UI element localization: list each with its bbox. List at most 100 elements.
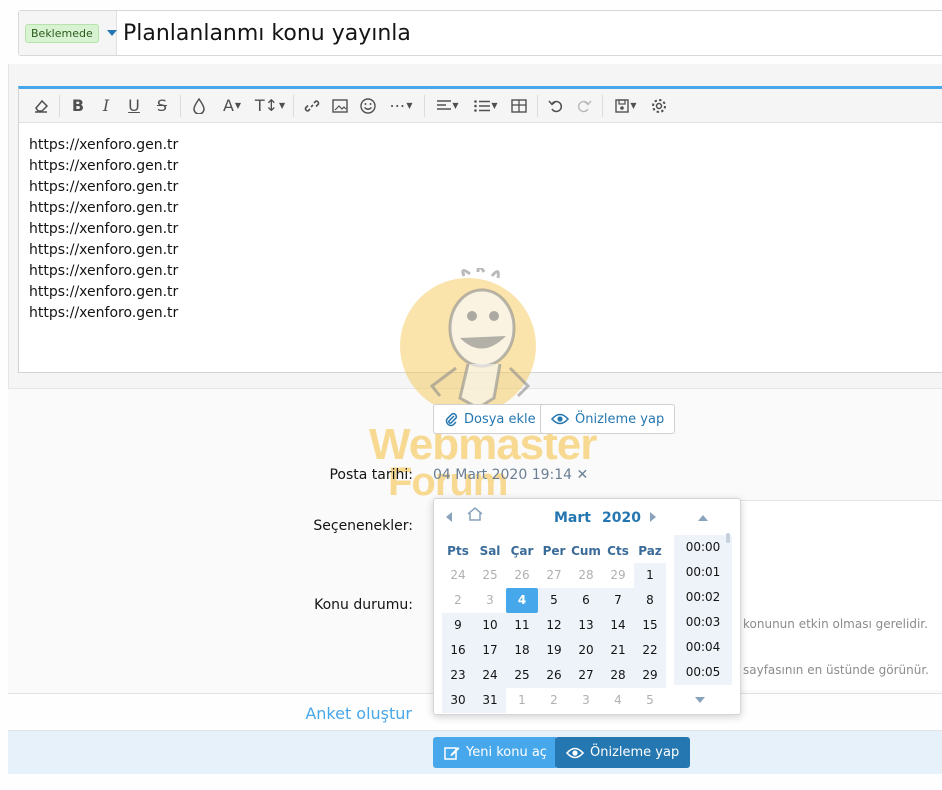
paperclip-icon (445, 412, 458, 427)
calendar-day[interactable]: 29 (602, 563, 634, 588)
calendar-day[interactable]: 3 (474, 588, 506, 613)
prev-month-icon[interactable] (446, 512, 452, 522)
italic-icon[interactable]: I (92, 92, 120, 120)
home-icon[interactable] (467, 507, 483, 521)
editor-line: https://xenforo.gen.tr (29, 305, 179, 321)
time-option[interactable]: 00:05 (674, 660, 732, 685)
time-option[interactable]: 00:01 (674, 560, 732, 585)
text-color-icon[interactable] (185, 92, 213, 120)
calendar-day[interactable]: 26 (506, 563, 538, 588)
toolbar-divider (602, 94, 603, 117)
calendar-day[interactable]: 26 (538, 663, 570, 688)
post-date-value[interactable]: 04 Mart 2020 19:14 ✕ (433, 467, 588, 483)
eye-icon (551, 413, 569, 425)
calendar-day[interactable]: 21 (602, 638, 634, 663)
create-poll-link[interactable]: Anket oluştur (305, 704, 412, 723)
redo-icon[interactable] (570, 92, 598, 120)
eraser-icon[interactable] (27, 92, 55, 120)
calendar-day[interactable]: 2 (538, 688, 570, 713)
calendar-day[interactable]: 28 (602, 663, 634, 688)
image-icon[interactable] (326, 92, 354, 120)
editor-line: https://xenforo.gen.tr (29, 221, 179, 237)
list-icon[interactable]: ▼ (467, 92, 505, 120)
calendar-day[interactable]: 27 (538, 563, 570, 588)
align-icon[interactable]: ▼ (429, 92, 467, 120)
calendar-day[interactable]: 4 (602, 688, 634, 713)
calendar-day[interactable]: 1 (634, 563, 666, 588)
calendar-day[interactable]: 22 (634, 638, 666, 663)
calendar-day[interactable]: 23 (442, 663, 474, 688)
calendar-day[interactable]: 7 (602, 588, 634, 613)
time-option[interactable]: 00:00 (674, 535, 732, 560)
calendar-day[interactable]: 28 (570, 563, 602, 588)
calendar-day[interactable]: 8 (634, 588, 666, 613)
more-icon[interactable]: ⋯ ▼ (382, 92, 420, 120)
calendar-day[interactable]: 3 (570, 688, 602, 713)
sticky-hint-text: sayfasının en üstünde görünür. (743, 663, 929, 677)
calendar-day[interactable]: 5 (634, 688, 666, 713)
toolbar-divider (180, 94, 181, 117)
time-down-icon[interactable] (695, 697, 705, 703)
time-option[interactable]: 00:02 (674, 585, 732, 610)
calendar-day[interactable]: 9 (442, 613, 474, 638)
create-thread-label: Yeni konu aç (466, 745, 547, 760)
calendar-day[interactable]: 24 (442, 563, 474, 588)
editor-line: https://xenforo.gen.tr (29, 179, 179, 195)
settings-icon[interactable] (645, 92, 673, 120)
calendar-day[interactable]: 27 (570, 663, 602, 688)
calendar-year[interactable]: 2020 (602, 510, 641, 526)
editor-content[interactable]: https://xenforo.gen.tr https://xenforo.g… (19, 123, 942, 336)
calendar-day[interactable]: 25 (474, 563, 506, 588)
attach-files-label: Dosya ekle (464, 411, 536, 427)
table-icon[interactable] (505, 92, 533, 120)
link-icon[interactable] (298, 92, 326, 120)
calendar-day[interactable]: 2 (442, 588, 474, 613)
calendar-day[interactable]: 25 (506, 663, 538, 688)
thread-title-input[interactable] (117, 20, 917, 46)
calendar-grid: Pts Sal Çar Per Cum Cts Paz 24 25 26 27 28 29 1 2 3 4 5 6 7… (442, 539, 670, 713)
calendar-day[interactable]: 24 (474, 663, 506, 688)
calendar-day[interactable]: 1 (506, 688, 538, 713)
time-option[interactable]: 00:04 (674, 635, 732, 660)
calendar-day[interactable]: 5 (538, 588, 570, 613)
next-month-icon[interactable] (650, 512, 656, 522)
calendar-day[interactable]: 10 (474, 613, 506, 638)
calendar-day[interactable]: 11 (506, 613, 538, 638)
attach-files-button[interactable]: Dosya ekle (433, 404, 547, 434)
prefix-selector[interactable]: Beklemede (19, 11, 117, 55)
underline-icon[interactable]: U (120, 92, 148, 120)
time-up-icon[interactable] (698, 515, 708, 521)
calendar-month[interactable]: Mart (554, 510, 591, 526)
calendar-day[interactable]: 14 (602, 613, 634, 638)
create-thread-button[interactable]: Yeni konu aç (433, 737, 558, 768)
time-scrollbar[interactable] (726, 533, 730, 543)
calendar-day[interactable]: 18 (506, 638, 538, 663)
strikethrough-icon[interactable]: S (148, 92, 176, 120)
calendar-day[interactable]: 6 (570, 588, 602, 613)
time-option[interactable]: 00:03 (674, 610, 732, 635)
calendar-day[interactable]: 16 (442, 638, 474, 663)
calendar-day[interactable]: 31 (474, 688, 506, 713)
calendar-day[interactable]: 19 (538, 638, 570, 663)
options-label: Seçenenekler: (313, 518, 413, 534)
calendar-day[interactable]: 12 (538, 613, 570, 638)
preview-button-small[interactable]: Önizleme yap (540, 404, 676, 434)
calendar-day[interactable]: 15 (634, 613, 666, 638)
smiley-icon[interactable] (354, 92, 382, 120)
calendar-day[interactable]: 30 (442, 688, 474, 713)
bold-icon[interactable]: B (64, 92, 92, 120)
draft-icon[interactable]: ▼ (607, 92, 645, 120)
preview-button[interactable]: Önizleme yap (555, 737, 691, 768)
calendar-day[interactable]: 4 (506, 588, 538, 613)
edit-icon (444, 746, 460, 760)
calendar-day[interactable]: 17 (474, 638, 506, 663)
calendar-day[interactable]: 29 (634, 663, 666, 688)
clear-icon[interactable]: ✕ (577, 467, 589, 483)
font-family-icon[interactable]: A ▼ (213, 92, 251, 120)
undo-icon[interactable] (542, 92, 570, 120)
calendar-day[interactable]: 13 (570, 613, 602, 638)
calendar-day[interactable]: 20 (570, 638, 602, 663)
chevron-down-icon[interactable] (106, 30, 117, 36)
time-list: 00:00 00:01 00:02 00:03 00:04 00:05 (674, 535, 732, 685)
font-size-icon[interactable]: T↕ ▼ (251, 92, 289, 120)
